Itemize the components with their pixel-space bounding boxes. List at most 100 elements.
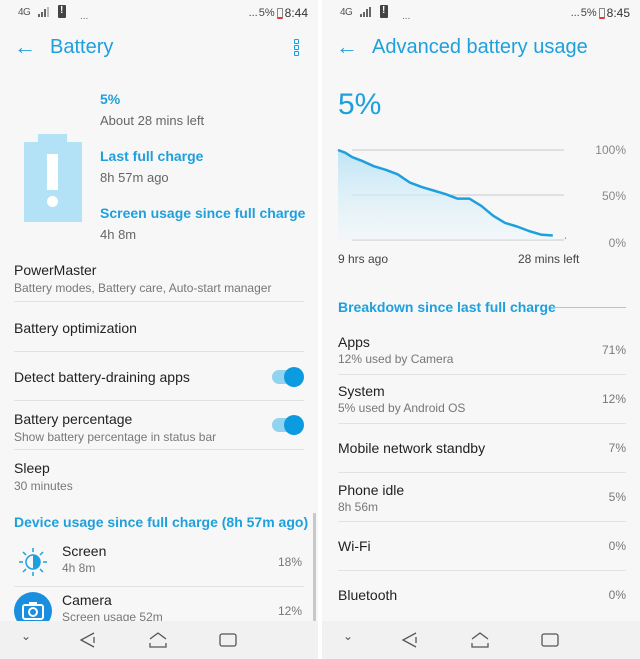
status-bar: 4G ... ... 5% 8:45 (322, 0, 640, 28)
last-full-charge-label: Last full charge (100, 148, 204, 164)
setting-title: Sleep (14, 460, 50, 476)
setting-sleep[interactable]: Sleep 30 minutes (14, 450, 304, 495)
status-right: ... 5% 8:44 (249, 6, 308, 20)
projection-end-marker (565, 237, 566, 240)
breakdown-percent: 0% (608, 539, 626, 553)
breakdown-percent: 0% (608, 588, 626, 602)
y-tick-label: 50% (601, 189, 626, 203)
breakdown-percent: 7% (608, 441, 626, 455)
breakdown-item-phone-idle[interactable]: Phone idle 8h 56m 5% (338, 473, 626, 522)
breakdown-title: Phone idle (338, 482, 405, 498)
battery-percentage-toggle[interactable] (272, 415, 304, 435)
navigation-bar: ⌄ (322, 621, 640, 659)
status-dots: ... (248, 7, 258, 19)
breakdown-item-wifi[interactable]: Wi-Fi 0% (338, 522, 626, 571)
usage-subtitle: 4h 8m (62, 561, 96, 575)
battery-level-large: 5% (338, 88, 382, 121)
scrollbar[interactable] (313, 513, 316, 621)
usage-title: Screen (62, 543, 107, 559)
app-bar: ← Advanced battery usage (322, 28, 640, 70)
arrow-left-icon[interactable]: ← (336, 36, 358, 58)
setting-title: Battery percentage (14, 411, 133, 427)
clock: 8:44 (284, 6, 308, 20)
page-title: Battery (50, 36, 114, 58)
y-tick-label: 0% (608, 236, 626, 250)
status-dots: ... (570, 7, 580, 19)
recents-icon[interactable] (216, 629, 240, 651)
breakdown-title: Mobile network standby (338, 440, 486, 456)
breakdown-title: Apps (338, 334, 370, 350)
last-full-charge-summary: Last full charge 8h 57m ago (100, 148, 203, 185)
signal-icon (360, 7, 372, 17)
breakdown-percent: 5% (608, 490, 626, 504)
screen-usage-summary: Screen usage since full charge 4h 8m (100, 205, 305, 242)
brightness-icon (19, 548, 47, 576)
battery-percent: 5% (580, 7, 597, 19)
battery-screen: 4G ... ... 5% 8:44 ← Battery 5% About 28… (0, 0, 318, 659)
network-type: 4G (340, 7, 353, 18)
notification-dots: ... (80, 11, 89, 22)
time-remaining: About 28 mins left (100, 113, 205, 128)
battery-alert-icon (380, 5, 388, 18)
usage-item-screen[interactable]: Screen 4h 8m 18% (14, 539, 304, 587)
breakdown-item-bluetooth[interactable]: Bluetooth 0% (338, 571, 626, 620)
battery-level-summary: 5% About 28 mins left (100, 91, 204, 128)
battery-icon (276, 7, 283, 19)
battery-history-chart (336, 140, 636, 270)
back-icon[interactable] (76, 629, 100, 651)
network-type: 4G (18, 7, 31, 18)
breakdown-title: Wi-Fi (338, 538, 371, 554)
battery-percent: 5% (258, 7, 275, 19)
screen-usage-value: 4h 8m (100, 227, 137, 242)
setting-title: PowerMaster (14, 262, 97, 278)
navigation-bar: ⌄ (0, 621, 318, 659)
device-usage-header: Device usage since full charge (8h 57m a… (14, 514, 309, 530)
setting-powermaster[interactable]: PowerMaster Battery modes, Battery care,… (14, 262, 304, 302)
setting-subtitle: Show battery percentage in status bar (14, 430, 217, 444)
notification-down-icon[interactable]: ⌄ (14, 629, 38, 651)
back-icon[interactable] (398, 629, 422, 651)
battery-low-icon (24, 134, 82, 222)
setting-detect-draining-apps[interactable]: Detect battery-draining apps (14, 352, 304, 401)
breakdown-item-mobile-network[interactable]: Mobile network standby 7% (338, 424, 626, 473)
breakdown-title: System (338, 383, 385, 399)
home-icon[interactable] (146, 629, 170, 651)
setting-battery-percentage[interactable]: Battery percentage Show battery percenta… (14, 401, 304, 450)
status-bar: 4G ... ... 5% 8:44 (0, 0, 318, 28)
setting-title: Battery optimization (14, 320, 137, 336)
usage-percent: 18% (277, 555, 302, 569)
x-end-label: 28 mins left (518, 252, 580, 266)
arrow-left-icon[interactable]: ← (14, 36, 36, 58)
screen-usage-label: Screen usage since full charge (100, 205, 306, 221)
setting-subtitle: 30 minutes (14, 479, 73, 493)
setting-subtitle: Battery modes, Battery care, Auto-start … (14, 281, 272, 295)
notification-dots: ... (402, 11, 411, 22)
app-bar: ← Battery (0, 28, 318, 70)
advanced-battery-screen: 4G ... ... 5% 8:45 ← Advanced battery us… (322, 0, 640, 659)
notification-down-icon[interactable]: ⌄ (336, 629, 360, 651)
usage-title: Camera (62, 592, 112, 608)
breakdown-title: Bluetooth (338, 587, 398, 603)
more-vert-icon[interactable] (294, 39, 300, 57)
usage-percent: 12% (277, 604, 302, 618)
clock: 8:45 (606, 6, 630, 20)
page-title: Advanced battery usage (372, 36, 588, 58)
detect-draining-toggle[interactable] (272, 367, 304, 387)
breakdown-subtitle: 12% used by Camera (338, 352, 454, 366)
breakdown-subtitle: 5% used by Android OS (338, 401, 466, 415)
battery-alert-icon (58, 5, 66, 18)
recents-icon[interactable] (538, 629, 562, 651)
home-icon[interactable] (468, 629, 492, 651)
battery-icon (598, 7, 605, 19)
setting-battery-optimization[interactable]: Battery optimization (14, 302, 304, 352)
breakdown-subtitle: 8h 56m (338, 500, 379, 514)
breakdown-header: Breakdown since last full charge (338, 299, 556, 315)
status-right: ... 5% 8:45 (571, 6, 630, 20)
battery-level: 5% (100, 91, 121, 107)
breakdown-item-system[interactable]: System 5% used by Android OS 12% (338, 375, 626, 424)
breakdown-item-apps[interactable]: Apps 12% used by Camera 71% (338, 326, 626, 375)
setting-title: Detect battery-draining apps (14, 369, 190, 385)
chart-canvas (337, 148, 566, 241)
breakdown-percent: 71% (601, 343, 626, 357)
last-full-charge-value: 8h 57m ago (100, 170, 169, 185)
